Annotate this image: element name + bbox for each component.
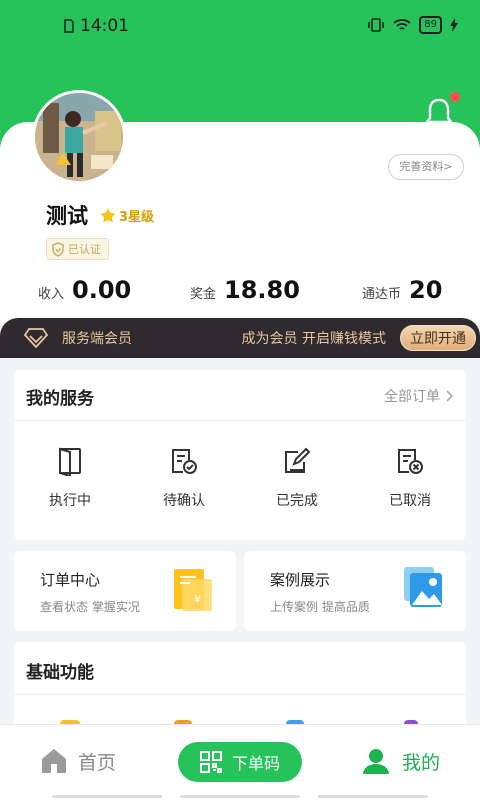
stat-bonus-value: 18.80: [224, 276, 300, 304]
open-membership-button[interactable]: 立即开通: [400, 325, 476, 351]
qr-code-icon: [199, 751, 222, 773]
home-icon: [42, 749, 66, 773]
stat-bonus[interactable]: 奖金 18.80: [190, 276, 300, 304]
service-pending-label: 待确认: [163, 493, 205, 509]
avatar[interactable]: [32, 90, 126, 184]
notification-badge: [450, 92, 460, 102]
tab-order-code[interactable]: 下单码: [178, 742, 302, 782]
status-bar: 14:01 89: [0, 0, 480, 52]
case-show-card[interactable]: 案例展示 上传案例 提高品质: [244, 551, 466, 631]
chevron-right-icon: [446, 390, 454, 402]
door-icon: [59, 447, 81, 476]
document-check-icon: [172, 449, 197, 474]
edit-icon: [285, 447, 311, 473]
service-completed[interactable]: 已完成: [247, 446, 347, 510]
all-orders-link[interactable]: 全部订单: [384, 386, 454, 406]
stat-income-value: 0.00: [72, 276, 132, 304]
document-cancel-icon: [398, 449, 423, 474]
status-time: 14:01: [80, 16, 129, 36]
svg-text:¥: ¥: [194, 593, 201, 606]
order-center-subtitle: 查看状态 掌握实况: [40, 600, 140, 614]
divider: [14, 694, 466, 695]
service-cancelled-label: 已取消: [389, 493, 431, 509]
stat-coins[interactable]: 通达币 20: [362, 276, 442, 304]
edit-profile-button[interactable]: 完善资料>: [388, 154, 464, 180]
service-completed-label: 已完成: [276, 493, 318, 509]
wifi-icon: [393, 19, 411, 30]
membership-banner: 服务端会员 成为会员 开启赚钱模式 立即开通: [0, 318, 480, 358]
membership-title: 服务端会员: [62, 331, 132, 347]
basic-functions-title: 基础功能: [26, 663, 94, 683]
home-indicator: [318, 795, 428, 798]
bottom-tab-bar: 首页 下单码 我的: [0, 724, 480, 800]
tab-mine[interactable]: 我的: [362, 747, 440, 775]
verified-badge: 已认证: [46, 238, 109, 260]
sim-card-icon: [64, 19, 74, 33]
stat-income-label: 收入: [38, 287, 65, 302]
my-services-title: 我的服务: [26, 389, 94, 409]
verified-label: 已认证: [68, 243, 101, 256]
service-in-progress-label: 执行中: [49, 493, 91, 509]
all-orders-label: 全部订单: [384, 389, 440, 405]
image-gallery-icon: [404, 567, 442, 607]
my-services-card: 我的服务 全部订单 执行中 待确认 已完成 已取消: [14, 370, 466, 540]
star-level-label: 3星级: [119, 210, 155, 225]
diamond-icon: [24, 328, 48, 348]
case-show-title: 案例展示: [270, 571, 331, 589]
home-indicator: [52, 795, 162, 798]
stat-coins-value: 20: [409, 276, 443, 304]
username: 测试: [46, 204, 88, 228]
user-icon: [362, 749, 389, 774]
shield-icon: [52, 241, 64, 257]
star-icon: [100, 208, 116, 223]
vibrate-icon: [368, 18, 385, 32]
service-pending[interactable]: 待确认: [134, 446, 234, 510]
service-in-progress[interactable]: 执行中: [20, 446, 120, 510]
membership-slogan: 成为会员 开启赚钱模式: [241, 331, 386, 347]
service-cancelled[interactable]: 已取消: [360, 446, 460, 510]
order-receipt-icon: ¥: [174, 569, 212, 611]
tab-home[interactable]: 首页: [40, 747, 116, 775]
divider: [14, 420, 466, 421]
tab-mine-label: 我的: [401, 751, 440, 774]
stat-coins-label: 通达币: [362, 287, 402, 302]
stat-income[interactable]: 收入 0.00: [38, 276, 131, 304]
charging-icon: [450, 18, 458, 32]
order-center-title: 订单中心: [40, 571, 101, 589]
stat-bonus-label: 奖金: [190, 287, 217, 302]
star-level: 3星级: [100, 206, 154, 225]
tab-home-label: 首页: [78, 751, 117, 774]
case-show-subtitle: 上传案例 提高品质: [270, 600, 370, 614]
tab-order-label: 下单码: [231, 754, 280, 773]
status-icons: 89: [367, 16, 458, 34]
order-center-card[interactable]: 订单中心 查看状态 掌握实况 ¥: [14, 551, 236, 631]
battery-indicator: 89: [419, 16, 442, 34]
home-indicator: [180, 795, 300, 798]
